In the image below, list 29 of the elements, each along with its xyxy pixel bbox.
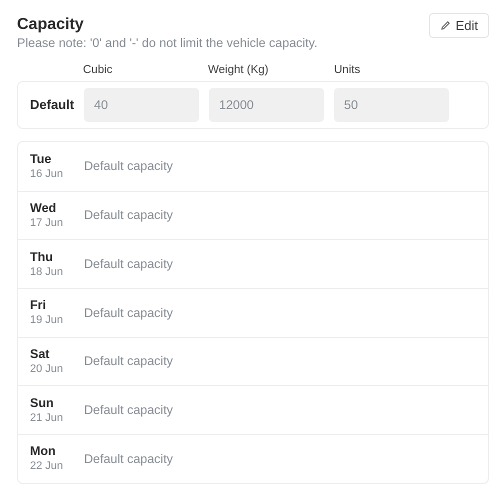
capacity-value: Default capacity	[84, 207, 173, 224]
capacity-value: Default capacity	[84, 256, 173, 273]
day-name: Sun	[30, 394, 55, 411]
capacity-value: Default capacity	[84, 158, 173, 175]
section-title: Capacity	[17, 15, 85, 35]
capacity-value: Default capacity	[84, 450, 173, 468]
day-date: 20 Jun	[30, 362, 64, 378]
day-date: 17 Jun	[30, 216, 64, 232]
day-date: 16 Jun	[30, 166, 64, 182]
day-name: Sat	[30, 346, 50, 362]
capacity-value: Default capacity	[84, 304, 173, 322]
edit-button[interactable]: Edit	[428, 13, 489, 38]
column-label: Weight (Kg)	[208, 64, 269, 76]
column-label: Units	[334, 64, 360, 76]
day-name: Wed	[30, 200, 58, 216]
day-name: Mon	[30, 443, 57, 460]
capacity-note: Please note: '0' and '-' do not limit the vehicle capacity.	[17, 35, 318, 51]
column-label: Cubic	[83, 64, 112, 76]
day-name: Tue	[30, 150, 52, 167]
row-label: Default	[30, 96, 74, 114]
pencil-icon	[440, 20, 451, 31]
day-date: 19 Jun	[30, 313, 64, 328]
day-name: Fri	[30, 297, 47, 314]
capacity-value: Default capacity	[84, 402, 173, 419]
capacity-value: Default capacity	[84, 353, 173, 370]
day-name: Thu	[30, 248, 54, 265]
day-date: 22 Jun	[30, 459, 64, 474]
day-date: 21 Jun	[30, 410, 64, 426]
day-date: 18 Jun	[30, 264, 64, 280]
